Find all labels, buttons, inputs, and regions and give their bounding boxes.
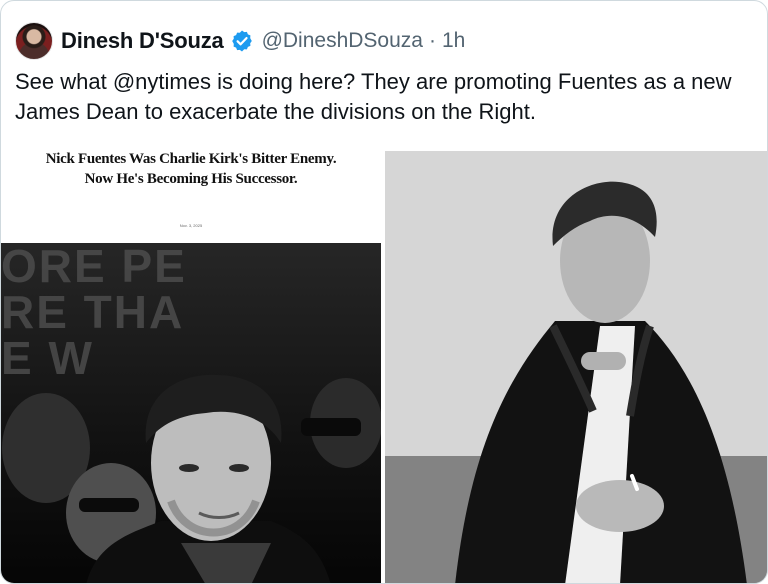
media-image-left[interactable]: Nick Fuentes Was Charlie Kirk's Bitter E… [1, 147, 381, 583]
sunglasses-left [79, 498, 139, 512]
protest-sign-line-3: E W [1, 332, 94, 384]
author-handle[interactable]: @DineshDSouza [262, 29, 423, 53]
media-image-right[interactable] [385, 151, 767, 583]
nyt-headline-block: Nick Fuentes Was Charlie Kirk's Bitter E… [1, 147, 381, 243]
nyt-headline: Nick Fuentes Was Charlie Kirk's Bitter E… [45, 151, 337, 187]
timestamp[interactable]: 1h [442, 29, 465, 53]
tweet-card[interactable]: Dinesh D'Souza @DineshDSouza · 1h See wh… [0, 0, 768, 584]
eye-right [229, 464, 249, 472]
author-name[interactable]: Dinesh D'Souza [61, 28, 224, 54]
left-photo-scene: ORE PE RE THA E W [1, 243, 381, 583]
protest-sign-line-2: RE THA [1, 286, 185, 338]
nyt-date: Nov. 3, 2025 [179, 223, 203, 228]
eye-left [179, 464, 199, 472]
sunglasses-right [301, 418, 361, 436]
protest-sign: ORE PE RE THA E W [1, 243, 187, 381]
separator-dot: · [428, 29, 436, 52]
verified-badge-icon [230, 29, 254, 53]
tweet-media[interactable]: Nick Fuentes Was Charlie Kirk's Bitter E… [1, 147, 767, 583]
tweet-text: See what @nytimes is doing here? They ar… [15, 69, 732, 124]
protest-sign-line-1: ORE PE [1, 240, 187, 292]
avatar[interactable] [15, 22, 53, 60]
hand-shape [576, 480, 664, 532]
right-photo-illustration [385, 151, 767, 583]
tweet-header: Dinesh D'Souza @DineshDSouza · 1h [15, 21, 465, 61]
